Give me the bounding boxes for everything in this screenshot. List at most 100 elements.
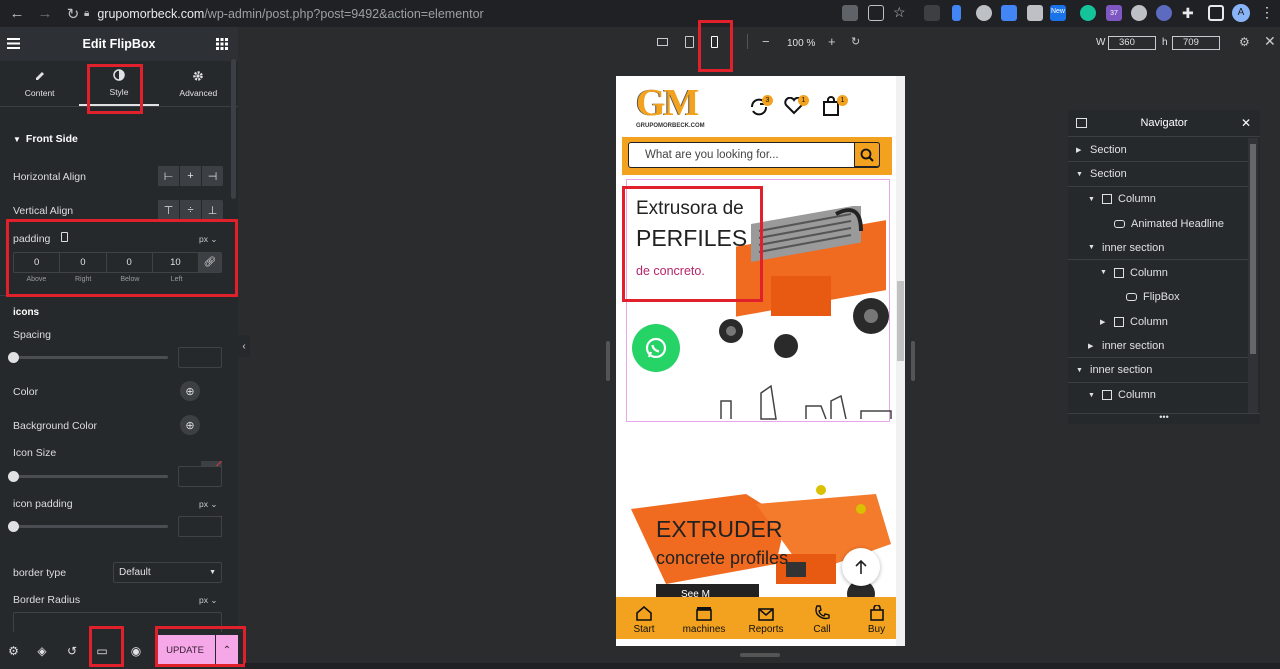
caret-right-icon[interactable]: ▶	[1100, 318, 1110, 326]
nav-reports[interactable]: Reports	[736, 597, 796, 639]
back-arrow-icon[interactable]: ←	[6, 3, 28, 25]
navigator-resize-handle[interactable]: •••	[1068, 413, 1260, 424]
widgets-grid-icon[interactable]	[216, 38, 228, 50]
extension-count-badge[interactable]: 37	[1106, 5, 1122, 21]
extension-grammarly-icon[interactable]	[1080, 5, 1096, 21]
caret-down-icon[interactable]: ▼	[1088, 244, 1098, 251]
caret-down-icon[interactable]: ▼	[1076, 171, 1086, 178]
navigator-scrollbar[interactable]	[1248, 138, 1258, 413]
settings-gear-icon[interactable]: ⚙	[0, 644, 27, 658]
icon-padding-input[interactable]	[178, 516, 222, 537]
icon-padding-unit-select[interactable]: px ⌄	[199, 499, 217, 510]
extension-new-badge[interactable]: New	[1050, 5, 1066, 21]
global-colors-icon[interactable]: ⊕	[180, 415, 200, 435]
zoom-in-icon[interactable]: +	[828, 34, 836, 49]
navigator-item[interactable]: FlipBox	[1068, 285, 1248, 309]
nav-machines[interactable]: machines	[672, 597, 736, 639]
caret-down-icon[interactable]: ▼	[1100, 269, 1110, 276]
reset-zoom-icon[interactable]: ↻	[851, 35, 860, 48]
align-bottom-icon[interactable]: ⊥	[202, 200, 223, 220]
caret-down-icon[interactable]: ▼	[1076, 367, 1086, 374]
caret-down-icon[interactable]: ▼	[1088, 392, 1098, 399]
align-left-icon[interactable]: ⊢	[158, 166, 179, 186]
whatsapp-icon[interactable]	[632, 324, 680, 372]
nav-call[interactable]: Call	[796, 597, 848, 639]
extensions-puzzle-icon[interactable]: ✚	[1182, 5, 1198, 21]
forward-arrow-icon[interactable]: →	[34, 3, 56, 25]
border-radius-unit-select[interactable]: px ⌄	[199, 595, 217, 606]
resize-handle-left[interactable]	[606, 341, 610, 381]
navigator-item[interactable]: ▼ inner section	[1068, 236, 1248, 260]
reload-icon[interactable]: ↻	[62, 3, 84, 25]
preview-scrollbar[interactable]	[896, 76, 905, 646]
history-icon[interactable]: ↺	[57, 644, 87, 658]
panel-scrollbar[interactable]	[231, 59, 236, 199]
sidebar-toggle-icon[interactable]	[1208, 5, 1224, 21]
banner2-line-2: concrete profiles	[656, 548, 789, 568]
translate-icon[interactable]	[842, 5, 858, 21]
tab-content[interactable]: Content	[0, 61, 79, 106]
zoom-out-icon[interactable]: −	[762, 34, 770, 49]
share-icon[interactable]	[868, 5, 884, 21]
spacing-slider-handle[interactable]	[8, 352, 19, 363]
profile-avatar[interactable]: A	[1232, 4, 1250, 22]
collapse-panel-icon[interactable]: ‹	[238, 335, 250, 357]
nav-start[interactable]: Start	[616, 597, 672, 639]
height-input[interactable]: 709	[1172, 36, 1220, 50]
resize-handle-right[interactable]	[911, 341, 915, 381]
extension-translate-icon[interactable]	[1001, 5, 1017, 21]
extension-swirl-icon[interactable]	[1156, 5, 1172, 21]
extension-recycle-icon[interactable]	[924, 5, 940, 21]
tablet-icon[interactable]	[685, 36, 694, 48]
navigator-item[interactable]: ▼ Column	[1068, 383, 1248, 407]
address-bar[interactable]: 🔒︎ grupomorbeck.com/wp-admin/post.php?po…	[84, 2, 914, 25]
spacing-input[interactable]	[178, 347, 222, 368]
settings-gear-icon[interactable]: ⚙	[1239, 35, 1250, 49]
tab-advanced[interactable]: Advanced	[159, 61, 238, 106]
scroll-top-arrow-icon[interactable]	[842, 548, 880, 586]
spacing-slider-track[interactable]	[13, 356, 168, 359]
close-icon[interactable]: ✕	[1241, 116, 1251, 130]
extension-doc-icon[interactable]	[952, 5, 961, 21]
icon-size-slider-track[interactable]	[13, 475, 168, 478]
caret-right-icon[interactable]: ▶	[1088, 342, 1098, 350]
caret-right-icon[interactable]: ▶	[1076, 146, 1086, 154]
search-icon[interactable]	[854, 142, 880, 167]
icon-padding-slider-track[interactable]	[13, 525, 168, 528]
navigator-item[interactable]: ▶ Section	[1068, 138, 1248, 162]
mobile-preview: GM GRUPOMORBECK.COM 3 1 1 What are you l…	[616, 76, 905, 646]
align-right-icon[interactable]: ⊣	[202, 166, 223, 186]
width-input[interactable]: 360	[1108, 36, 1156, 50]
navigator-item[interactable]: ▼ inner section	[1068, 359, 1248, 383]
global-colors-icon[interactable]: ⊕	[180, 381, 200, 401]
section-front-side-toggle[interactable]: ▼ Front Side	[13, 133, 78, 145]
close-icon[interactable]: ✕	[1264, 33, 1276, 50]
align-middle-icon[interactable]: ÷	[180, 200, 201, 220]
navigator-item[interactable]: ▼ Section	[1068, 163, 1248, 187]
icon-padding-slider-handle[interactable]	[8, 521, 19, 532]
more-menu-icon[interactable]: ⋮	[1260, 5, 1276, 21]
resize-handle-bottom[interactable]	[740, 653, 780, 657]
navigator-item-label: Column	[1118, 389, 1156, 401]
navigator-item[interactable]: ▶ inner section	[1068, 334, 1248, 358]
desktop-icon[interactable]	[657, 38, 668, 46]
extension-camera-icon[interactable]	[1027, 5, 1043, 21]
align-center-icon[interactable]: +	[180, 166, 201, 186]
caret-down-icon[interactable]: ▼	[1088, 196, 1098, 203]
navigator-item[interactable]: ▼ Column	[1068, 261, 1248, 285]
navigator-item[interactable]: Animated Headline	[1068, 212, 1248, 236]
icon-size-slider-handle[interactable]	[8, 471, 19, 482]
star-icon[interactable]: ☆	[893, 5, 909, 21]
navigator-item[interactable]: ▼ Column	[1068, 187, 1248, 211]
navigator-item[interactable]: ▶ Column	[1068, 310, 1248, 334]
hamburger-icon[interactable]	[7, 38, 20, 49]
icon-size-input[interactable]	[178, 466, 222, 487]
search-input[interactable]: What are you looking for...	[628, 142, 880, 168]
align-top-icon[interactable]: ⊤	[158, 200, 179, 220]
extension-globe-icon[interactable]	[976, 5, 992, 21]
site-logo[interactable]: GM GRUPOMORBECK.COM	[636, 84, 718, 130]
border-type-select[interactable]: Default ▼	[113, 562, 222, 583]
layers-icon[interactable]: ◈	[27, 644, 57, 658]
navigator-collapse-icon[interactable]	[1076, 118, 1087, 128]
extension-circle-icon[interactable]	[1131, 5, 1147, 21]
